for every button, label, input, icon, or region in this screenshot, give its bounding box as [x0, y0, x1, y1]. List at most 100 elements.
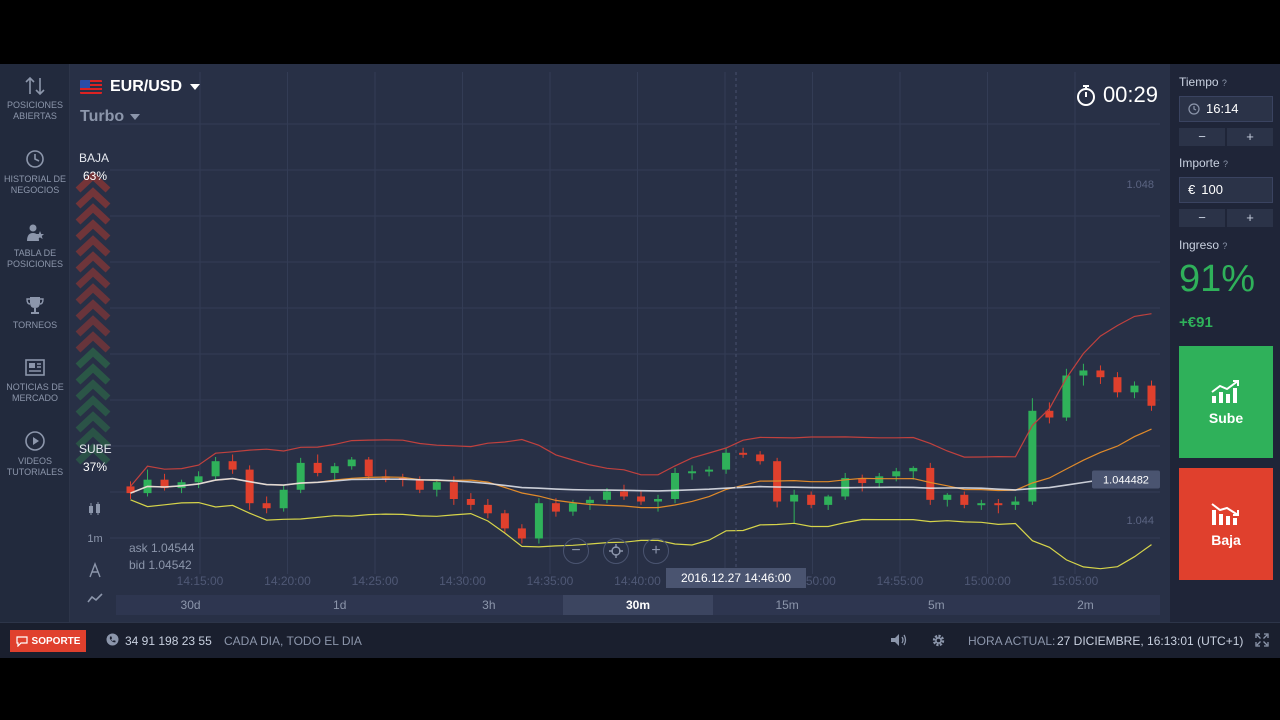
candle-bearish [926, 467, 935, 500]
candle-bullish [534, 503, 543, 539]
sidebar-item-label: POSICIONES ABIERTAS [6, 100, 63, 121]
sidebar-item-label: TABLA DE POSICIONES [6, 248, 63, 269]
expiry-time-field[interactable]: 16:14 [1179, 96, 1273, 122]
fullscreen-icon[interactable] [1255, 633, 1269, 647]
sidebar: POSICIONES ABIERTAS HISTORIAL DE NEGOCIO… [0, 64, 70, 622]
option-type-label: Turbo [80, 108, 125, 125]
candle-bullish [705, 469, 714, 472]
asset-selector[interactable]: EUR/USD [80, 78, 201, 96]
candle-bearish [807, 494, 816, 505]
chevron-down-icon [190, 84, 201, 90]
x-tick-label: 14:40:00 [614, 574, 661, 588]
sidebar-item-video-tutorials[interactable]: VIDEOS TUTORIALES [0, 430, 70, 478]
amount-increase-button[interactable]: + [1227, 209, 1273, 227]
call-button[interactable]: Sube [1179, 346, 1273, 458]
interval-button[interactable]: 1m [82, 533, 108, 545]
zoom-out-button[interactable]: − [563, 538, 589, 564]
crosshair-time-tooltip: 2016.12.27 14:46:00 [666, 568, 806, 588]
candle-bullish [790, 494, 799, 502]
history-icon [26, 150, 44, 168]
volume-icon[interactable] [890, 633, 908, 647]
sidebar-item-history[interactable]: HISTORIAL DE NEGOCIOS [0, 148, 70, 196]
leaderboard-icon [27, 224, 44, 241]
candle-bullish [585, 499, 594, 504]
clock-label: HORA ACTUAL: [968, 634, 1056, 648]
period-2m[interactable]: 2m [1011, 595, 1160, 615]
candle-bearish [1096, 370, 1105, 378]
chevron-down-icon [130, 114, 141, 120]
sidebar-item-market-news[interactable]: NOTICIAS DE MERCADO [0, 358, 70, 404]
arrows-updown-icon [25, 76, 45, 96]
candles-icon [89, 502, 100, 515]
period-selector: 30d 1d 3h 30m 15m 5m 2m [116, 595, 1160, 615]
currency-symbol: € [1188, 182, 1196, 197]
candle-bearish [466, 499, 475, 505]
current-price-label: 1.044482 [1103, 475, 1149, 487]
put-label: Baja [1211, 532, 1241, 548]
zoom-in-button[interactable]: + [643, 538, 669, 564]
candle-bullish [330, 466, 339, 473]
chart-type-button[interactable] [82, 502, 108, 519]
candle-bullish [909, 467, 918, 472]
period-30m[interactable]: 30m [563, 595, 713, 615]
support-phone[interactable]: 34 91 198 23 55 [125, 634, 212, 648]
candle-bearish [1113, 377, 1122, 393]
candle-bearish [415, 479, 424, 490]
x-tick-label: 15:05:00 [1052, 574, 1099, 588]
candle-bearish [551, 503, 560, 512]
stopwatch-icon [1076, 85, 1095, 106]
period-30d[interactable]: 30d [116, 595, 265, 615]
candle-bullish [671, 472, 680, 499]
candle-bullish [211, 461, 220, 477]
help-icon: ? [1221, 78, 1227, 88]
expiry-time-value: 16:14 [1206, 101, 1239, 116]
candle-bearish [228, 461, 237, 470]
center-chart-button[interactable] [603, 538, 629, 564]
sentiment-up-label: SUBE [79, 442, 112, 456]
gear-icon[interactable] [931, 633, 946, 648]
chat-icon [15, 636, 28, 647]
amount-value: 100 [1201, 182, 1223, 197]
bid-price: bid 1.04542 [129, 558, 192, 572]
amount-label: Importe ? [1179, 156, 1229, 170]
time-decrease-button[interactable]: − [1179, 128, 1225, 146]
sidebar-item-tournaments[interactable]: TORNEOS [0, 294, 70, 331]
x-tick-label: 14:25:00 [352, 574, 399, 588]
candle-bearish [449, 482, 458, 499]
crosshair-icon [609, 544, 623, 558]
y-tick-label: 1.048 [1126, 179, 1154, 191]
candle-bearish [619, 491, 628, 497]
sidebar-item-label: VIDEOS TUTORIALES [6, 456, 64, 477]
chart-area[interactable]: 14:15:00 14:20:00 14:25:00 14:30:00 14:35:00… [70, 64, 1170, 622]
support-button[interactable]: SOPORTE [10, 630, 86, 652]
period-15m[interactable]: 15m [713, 595, 862, 615]
option-type-selector[interactable]: Turbo [80, 108, 141, 126]
sentiment-up-pct: 37% [83, 460, 108, 474]
drawing-tool-button[interactable] [82, 562, 108, 581]
chart-up-icon [1211, 380, 1239, 403]
candle-bullish [194, 476, 203, 483]
indicators-button[interactable] [82, 592, 108, 607]
income-value: +€91 [1179, 314, 1213, 331]
sidebar-item-leaderboard[interactable]: TABLA DE POSICIONES [0, 222, 70, 270]
asset-name: EUR/USD [110, 78, 183, 95]
sidebar-item-open-positions[interactable]: POSICIONES ABIERTAS [0, 76, 70, 122]
candle-bullish [1130, 385, 1139, 393]
time-increase-button[interactable]: + [1227, 128, 1273, 146]
x-tick-label: 14:15:00 [177, 574, 224, 588]
x-tick-label: 14:20:00 [264, 574, 311, 588]
period-3h[interactable]: 3h [414, 595, 563, 615]
period-5m[interactable]: 5m [862, 595, 1011, 615]
candle-bullish [1062, 375, 1071, 418]
amount-decrease-button[interactable]: − [1179, 209, 1225, 227]
candle-bearish [500, 513, 509, 529]
period-1d[interactable]: 1d [265, 595, 414, 615]
call-label: Sube [1208, 410, 1244, 426]
amount-field[interactable]: € 100 [1179, 177, 1273, 203]
chart-down-icon [1211, 503, 1239, 525]
put-button[interactable]: Baja [1179, 468, 1273, 580]
candle-bullish [943, 494, 952, 500]
sentiment-down-pct: 63% [83, 169, 108, 183]
income-label: Ingreso ? [1179, 238, 1228, 252]
help-icon: ? [1222, 241, 1228, 251]
